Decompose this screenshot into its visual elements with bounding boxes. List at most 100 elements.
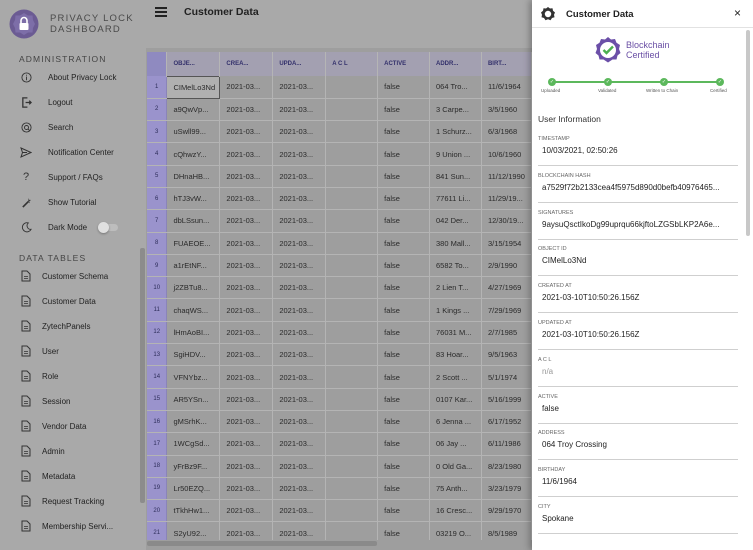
field-value[interactable]: CIMelLo3Nd — [542, 256, 736, 265]
table-cell[interactable] — [325, 432, 379, 456]
table-cell[interactable]: 2021-03... — [219, 521, 274, 540]
table-cell[interactable]: j2ZBTu8... — [166, 276, 221, 300]
nav-logout[interactable]: Logout — [0, 90, 146, 114]
table-cell[interactable]: false — [377, 365, 430, 389]
column-header[interactable]: A C L — [325, 52, 379, 76]
table-cell[interactable]: 0 Old Ga... — [429, 455, 482, 478]
field-value[interactable]: 2021-03-10T10:50:26.156Z — [542, 330, 736, 339]
table-cell[interactable]: 11/12/1990 — [481, 165, 532, 188]
sidebar-table-item[interactable]: ZytechPanels — [0, 314, 146, 338]
nav-about[interactable]: About Privacy Lock — [0, 65, 146, 89]
table-cell[interactable]: false — [377, 254, 430, 278]
table-cell[interactable]: 2021-03... — [219, 187, 274, 211]
nav-support[interactable]: ? Support / FAQs — [0, 165, 146, 189]
sidebar-scrollbar[interactable] — [140, 248, 145, 503]
table-cell[interactable]: 9 Union ... — [429, 142, 482, 166]
table-cell[interactable]: 2021-03... — [219, 254, 274, 278]
table-cell[interactable]: false — [377, 232, 430, 255]
table-row[interactable]: 8 FUAEOE... 2021-03... 2021-03... false 380 M… — [147, 232, 532, 255]
sidebar-table-item[interactable]: User — [0, 339, 146, 363]
table-cell[interactable]: 2021-03... — [272, 410, 327, 434]
table-row[interactable]: 9 a1rEtNF... 2021-03... 2021-03... false 6582… — [147, 254, 532, 278]
table-cell[interactable]: 3/5/1960 — [481, 98, 532, 122]
table-cell[interactable]: 2021-03... — [272, 499, 327, 523]
table-cell[interactable]: 2021-03... — [272, 98, 327, 122]
table-cell[interactable]: 2021-03... — [219, 365, 274, 389]
field-value[interactable]: Spokane — [542, 514, 736, 523]
sidebar-table-item[interactable]: Session — [0, 389, 146, 413]
field-value[interactable]: 2021-03-10T10:50:26.156Z — [542, 293, 736, 302]
table-cell[interactable]: 9/29/1970 — [481, 499, 532, 523]
table-cell[interactable]: 3 Carpe... — [429, 98, 482, 122]
table-cell[interactable]: 2021-03... — [272, 455, 327, 478]
table-cell[interactable]: yFrBz9F... — [166, 455, 221, 478]
table-cell[interactable]: 380 Mall... — [429, 232, 482, 255]
field-value[interactable]: n/a — [542, 367, 736, 376]
table-row[interactable]: 6 hTJ3vW... 2021-03... 2021-03... false 77611… — [147, 187, 532, 211]
field-value[interactable]: 10/03/2021, 02:50:26 — [542, 146, 736, 155]
table-cell[interactable]: false — [377, 120, 430, 144]
table-cell[interactable] — [325, 410, 379, 434]
table-cell[interactable]: 76031 M... — [429, 321, 482, 345]
table-cell[interactable]: 2021-03... — [272, 521, 327, 540]
table-cell[interactable]: 5/16/1999 — [481, 388, 532, 411]
table-cell[interactable] — [325, 98, 379, 122]
table-cell[interactable]: 2021-03... — [219, 343, 274, 367]
table-cell[interactable] — [325, 521, 379, 540]
table-row[interactable]: 20 tTkhHw1... 2021-03... 2021-03... false 16 … — [147, 499, 532, 523]
table-cell[interactable]: 1WCgSd... — [166, 432, 221, 456]
table-row[interactable]: 13 SgiHDV... 2021-03... 2021-03... false 83 H… — [147, 343, 532, 367]
nav-show-tutorial[interactable]: Show Tutorial — [0, 190, 146, 214]
field-value[interactable]: 9aysuQsctIkoDg99uprqu66kjftoLZGSbLKP2A6e… — [542, 220, 736, 229]
table-cell[interactable]: false — [377, 165, 430, 188]
table-cell[interactable]: 2021-03... — [272, 254, 327, 278]
brand[interactable]: PRIVACY LOCK DASHBOARD — [9, 9, 134, 39]
column-header[interactable]: UPDA... — [272, 52, 327, 76]
table-cell[interactable]: 7/29/1969 — [481, 298, 532, 322]
column-header[interactable]: OBJE... — [166, 52, 221, 76]
table-cell[interactable]: 2021-03... — [219, 120, 274, 144]
table-cell[interactable]: 2021-03... — [219, 142, 274, 166]
table-row[interactable]: 1 CIMelLo3Nd 2021-03... 2021-03... false 064 … — [147, 75, 532, 99]
table-cell[interactable]: false — [377, 343, 430, 367]
table-cell[interactable]: 16 Cresc... — [429, 499, 482, 523]
table-cell[interactable]: 10/6/1960 — [481, 142, 532, 166]
table-cell[interactable]: 2021-03... — [272, 365, 327, 389]
table-cell[interactable]: 3/23/1979 — [481, 477, 532, 501]
table-cell[interactable] — [325, 209, 379, 233]
table-cell[interactable]: 2021-03... — [219, 276, 274, 300]
table-cell[interactable]: AR5YSn... — [166, 388, 221, 411]
table-cell[interactable]: false — [377, 142, 430, 166]
table-cell[interactable]: 2021-03... — [219, 432, 274, 456]
column-header[interactable]: BIRT... — [481, 52, 532, 76]
table-cell[interactable]: false — [377, 410, 430, 434]
table-cell[interactable] — [325, 365, 379, 389]
table-cell[interactable]: 2021-03... — [219, 209, 274, 233]
table-cell[interactable]: 1 Schurz... — [429, 120, 482, 144]
table-cell[interactable]: 1 Kings ... — [429, 298, 482, 322]
hamburger-menu-icon[interactable] — [155, 7, 167, 17]
table-cell[interactable] — [325, 254, 379, 278]
table-cell[interactable]: 11/29/19... — [481, 187, 532, 211]
table-cell[interactable]: 2021-03... — [219, 321, 274, 345]
table-cell[interactable]: VFNYbz... — [166, 365, 221, 389]
nav-notification-center[interactable]: Notification Center — [0, 140, 146, 164]
table-row[interactable]: 10 j2ZBTu8... 2021-03... 2021-03... false 2 L… — [147, 276, 532, 300]
table-cell[interactable]: SgiHDV... — [166, 343, 221, 367]
table-cell[interactable]: tTkhHw1... — [166, 499, 221, 523]
sidebar-table-item[interactable]: Vendor Data — [0, 414, 146, 438]
table-cell[interactable]: FUAEOE... — [166, 232, 221, 255]
table-row[interactable]: 17 1WCgSd... 2021-03... 2021-03... false 06 J… — [147, 432, 532, 456]
field-value[interactable]: 064 Troy Crossing — [542, 440, 736, 449]
table-cell[interactable]: a1rEtNF... — [166, 254, 221, 278]
table-row[interactable]: 4 cQhwzY... 2021-03... 2021-03... false 9 Uni… — [147, 142, 532, 166]
table-row[interactable]: 15 AR5YSn... 2021-03... 2021-03... false 0107… — [147, 388, 532, 411]
table-cell[interactable]: 2021-03... — [272, 321, 327, 345]
table-cell[interactable]: false — [377, 298, 430, 322]
table-cell[interactable]: 2021-03... — [219, 388, 274, 411]
table-cell[interactable]: 2021-03... — [272, 343, 327, 367]
table-cell[interactable]: S2yU92... — [166, 521, 221, 540]
table-row[interactable]: 3 uSwll99... 2021-03... 2021-03... false 1 Sc… — [147, 120, 532, 144]
field-value[interactable]: 11/6/1964 — [542, 477, 736, 486]
column-header[interactable]: ADDR... — [429, 52, 482, 76]
